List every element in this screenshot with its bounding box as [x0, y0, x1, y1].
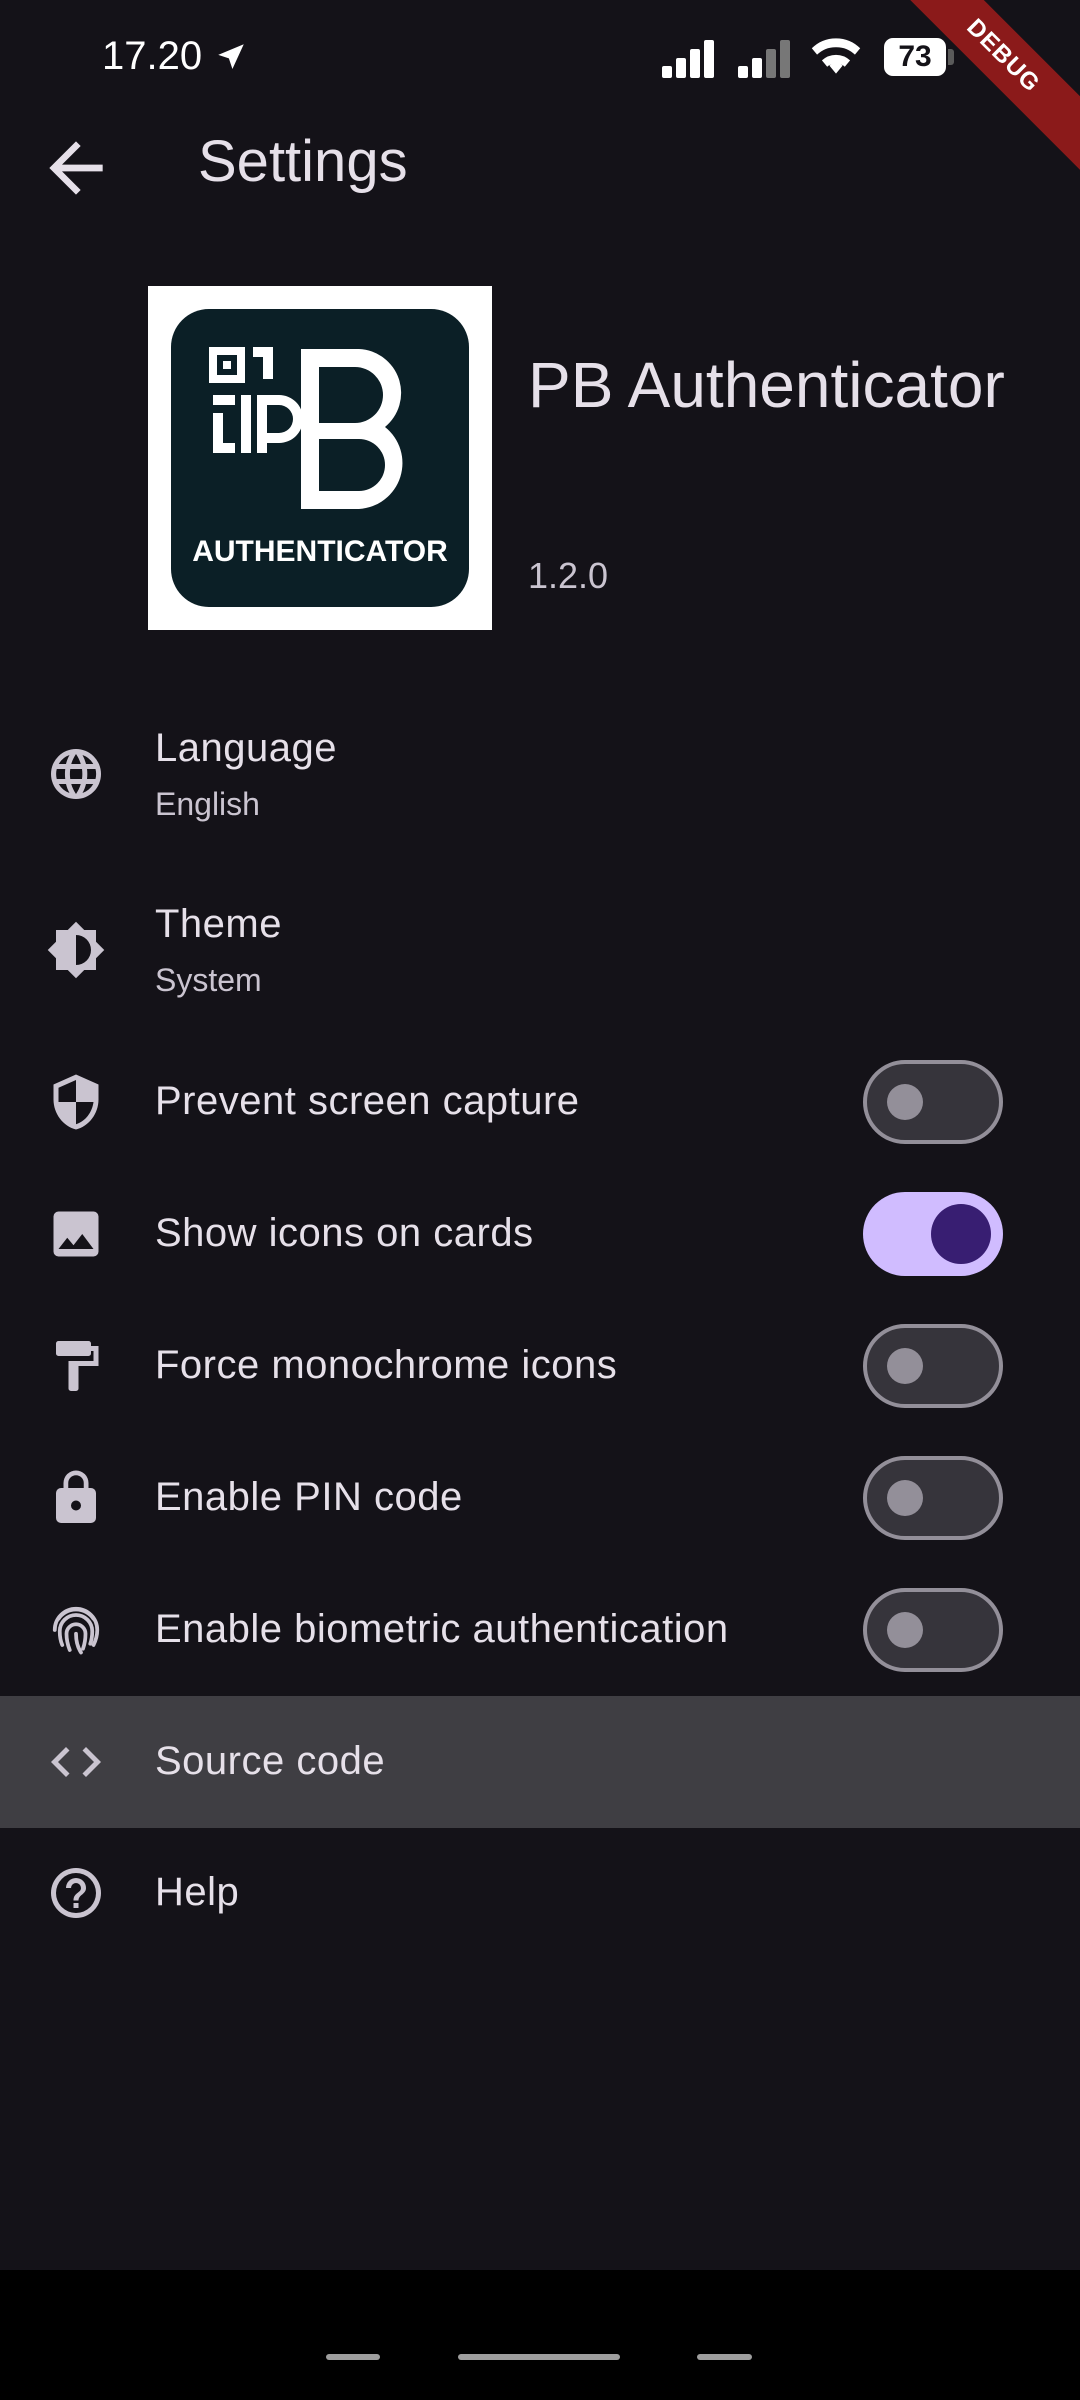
setting-label: Theme — [155, 902, 282, 946]
wifi-icon — [811, 38, 861, 74]
prevent-screen-capture-toggle[interactable] — [863, 1060, 1003, 1144]
enable-biometric-toggle[interactable] — [863, 1588, 1003, 1672]
fingerprint-icon — [52, 1606, 100, 1655]
force-monochrome-icons-toggle[interactable] — [863, 1324, 1003, 1408]
help-icon — [51, 1868, 101, 1918]
logo-text: AUTHENTICATOR — [192, 535, 448, 568]
setting-enable-biometric[interactable]: Enable biometric authentication — [0, 1587, 1080, 1673]
enable-pin-code-toggle[interactable] — [863, 1456, 1003, 1540]
toggle-knob — [887, 1612, 923, 1648]
battery-icon: 73 — [884, 38, 946, 76]
setting-label: Show icons on cards — [155, 1211, 534, 1255]
toggle-knob — [887, 1084, 923, 1120]
nav-back-button[interactable] — [697, 2354, 752, 2360]
status-time: 17.20 — [102, 34, 203, 78]
setting-theme[interactable]: Theme System — [0, 876, 1080, 1022]
show-icons-on-cards-toggle[interactable] — [863, 1192, 1003, 1276]
code-icon — [51, 1747, 101, 1777]
app-logo-tile: AUTHENTICATOR — [171, 309, 469, 607]
shield-icon — [53, 1074, 99, 1130]
setting-language[interactable]: Language English — [0, 700, 1080, 846]
status-bar: 17.20 73 DEBUG — [0, 0, 1080, 170]
signal-icon — [662, 40, 714, 78]
app-version: 1.2.0 — [528, 555, 609, 596]
lock-icon — [56, 1470, 96, 1523]
setting-label: Enable PIN code — [155, 1475, 463, 1519]
app-logo: AUTHENTICATOR — [148, 286, 492, 630]
setting-show-icons-on-cards[interactable]: Show icons on cards — [0, 1191, 1080, 1277]
arrow-back-icon — [49, 141, 103, 195]
setting-force-monochrome-icons[interactable]: Force monochrome icons — [0, 1323, 1080, 1409]
system-navigation-bar — [0, 2270, 1080, 2400]
app-name: PB Authenticator — [528, 349, 1005, 421]
nav-recents-button[interactable] — [326, 2354, 380, 2360]
setting-help[interactable]: Help — [0, 1850, 1080, 1936]
brightness-icon — [47, 921, 105, 979]
nav-home-button[interactable] — [458, 2354, 620, 2360]
page-title: Settings — [198, 129, 408, 194]
image-icon — [53, 1211, 99, 1257]
debug-banner: DEBUG — [889, 0, 1080, 170]
location-arrow-icon — [218, 44, 244, 70]
back-button[interactable] — [36, 128, 116, 208]
paint-roller-icon — [56, 1341, 99, 1391]
toggle-knob — [887, 1348, 923, 1384]
toggle-knob — [931, 1204, 991, 1264]
setting-label: Force monochrome icons — [155, 1343, 618, 1387]
setting-enable-pin-code[interactable]: Enable PIN code — [0, 1455, 1080, 1541]
setting-source-code[interactable]: Source code — [0, 1696, 1080, 1828]
battery-level: 73 — [898, 40, 932, 73]
signal-weak-icon — [738, 40, 790, 78]
setting-prevent-screen-capture[interactable]: Prevent screen capture — [0, 1059, 1080, 1145]
setting-label: Prevent screen capture — [155, 1079, 580, 1123]
setting-label: Language — [155, 726, 337, 770]
toggle-knob — [887, 1480, 923, 1516]
setting-label: Source code — [155, 1739, 386, 1783]
setting-value: System — [155, 962, 262, 998]
setting-value: English — [155, 786, 260, 822]
setting-label: Enable biometric authentication — [155, 1607, 729, 1651]
setting-label: Help — [155, 1870, 240, 1914]
globe-icon — [51, 749, 101, 799]
battery-tip — [948, 49, 954, 65]
